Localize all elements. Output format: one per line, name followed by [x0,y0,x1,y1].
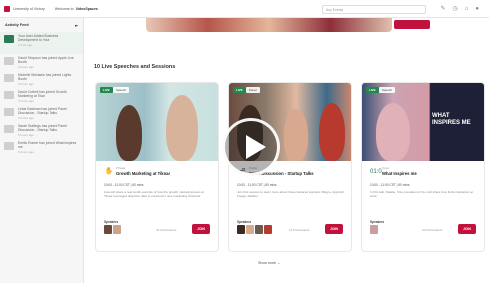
feed-thumbnail-icon [4,74,14,82]
clock-icon[interactable]: ◷ [453,5,458,13]
feed-item[interactable]: Emilio Romer has joined What inspires me… [0,139,83,156]
speaker-image [284,109,308,161]
feed-item[interactable]: Michelle Michaels has joined Lights Boot… [0,71,83,88]
app-window: University of Victory Welcome to VideoSp… [0,0,489,283]
session-time: 10:00 - 11:00 CST | 60 mins [237,183,277,187]
feed-item-text: Sarah Stallings has joined Panel Discuss… [18,124,67,133]
speaker-avatars [104,225,121,234]
session-type-badge: Speech [113,87,130,93]
speakers-label: Speakers [104,220,119,224]
feed-item-time: 3 hours ago [18,98,34,103]
feed-thumbnail-icon [4,57,14,65]
feed-item-time: 6 hours ago [18,149,34,154]
featured-banner-image[interactable] [146,18,392,32]
live-badge: LIVE [366,87,379,93]
top-icon-group: ✎ ◷ ⌂ ● [440,5,479,13]
feed-item-time: 1 hour ago [18,42,33,47]
speaker-avatars [370,225,378,234]
feed-thumbnail-icon [4,125,14,133]
speech-icon: 01:0 [370,169,382,175]
session-title[interactable]: Growth Marketing at Tiknar [116,171,216,176]
session-thumbnail[interactable]: WHAT INSPIRES ME [362,83,484,161]
feed-thumbnail-icon [4,35,14,43]
live-badge: LIVE [233,87,246,93]
event-name: VideoSpaces [75,6,98,11]
feed-thumbnail-icon [4,142,14,150]
participant-count: 14 Participants [289,228,310,232]
speaker-image [376,103,410,161]
bell-icon[interactable]: ⌂ [465,5,469,13]
feed-item-text: David Cottrell has joined Growth Marketi… [18,90,67,99]
org-name: University of Victory [13,6,45,11]
participant-count: 22 Participants [422,228,443,232]
activity-feed-sidebar: Activity Feed ⇤ Your User Added Business… [0,18,84,283]
show-more-link[interactable]: Show more ⌄ [258,261,280,265]
speakers-label: Speakers [370,220,385,224]
join-button[interactable]: JOIN [458,224,476,234]
speaker-avatars [237,225,272,234]
session-description: Lisa will share a real world example of … [104,190,204,198]
avatar[interactable] [104,225,112,234]
feed-item-text: Emilio Romer has joined What inspires me [18,141,77,150]
feed-item-text: Michelle Michaels has joined Lights Boot… [18,73,72,82]
section-title: 10 Live Speeches and Sessions [94,64,176,70]
live-badge: LIVE [100,87,113,93]
avatar[interactable] [237,225,245,234]
speaker-image [166,95,198,161]
avatar[interactable] [246,225,254,234]
speaker-image [319,103,345,161]
join-button[interactable]: JOIN [192,224,210,234]
participant-count: 34 Participants [156,228,177,232]
feed-item[interactable]: David Simpson has joined Apple Live Boot… [0,54,83,71]
session-type-badge: Panel [246,87,260,93]
feed-item-text: David Simpson has joined Apple Live Boot… [18,56,74,65]
chat-icon[interactable]: ✎ [440,5,445,13]
avatar[interactable] [255,225,263,234]
session-type-badge: Speech [379,87,396,93]
feed-item[interactable]: David Cottrell has joined Growth Marketi… [0,88,83,105]
chevron-down-icon: ⌄ [277,261,281,265]
logo-icon [4,5,10,12]
session-title[interactable]: What Inspires me [382,171,482,176]
feed-thumbnail-icon [4,108,14,116]
avatar[interactable] [370,225,378,234]
feed-item-time: 3 hours ago [18,81,34,86]
feed-thumbnail-icon [4,91,14,99]
feed-item[interactable]: Sarah Stallings has joined Panel Discuss… [0,122,83,139]
feed-item-time: 5 hours ago [18,132,34,137]
feed-item-time: 4 hours ago [18,115,34,120]
feed-item-time: 2 hours ago [18,64,34,69]
speaker-image [116,105,142,161]
show-more-label: Show more [258,261,277,265]
activity-feed-title: Activity Feed [5,23,29,27]
session-visibility: Open [382,166,390,170]
session-card[interactable]: LIVE Speech ✋ Private Growth Marketing a… [95,82,219,252]
session-description: Join this session to learn more about th… [237,190,345,198]
banner-join-button[interactable] [394,20,430,29]
search-input[interactable]: Any Events [322,5,426,14]
collapse-icon[interactable]: ⇤ [75,23,78,28]
activity-feed-header: Activity Feed ⇤ [0,18,83,32]
session-description: In this talk, Natalie, Vice-president of… [370,190,473,198]
session-visibility: Private [116,166,126,170]
speech-icon: ✋ [104,168,114,175]
avatar[interactable] [264,225,272,234]
session-thumbnail[interactable] [96,83,218,161]
avatar-icon[interactable]: ● [475,5,479,13]
feed-item[interactable]: Your User Added Business Development to … [0,32,83,54]
play-button-icon[interactable] [222,118,280,176]
feed-item[interactable]: Linda Eastman has joined Panel Discussio… [0,105,83,122]
session-time: 10:00 - 11:00 CST | 60 mins [370,183,410,187]
event-prefix: Welcome to [54,6,74,11]
join-button[interactable]: JOIN [325,224,343,234]
speakers-label: Speakers [237,220,252,224]
session-overlay-text: WHAT INSPIRES ME [432,113,471,126]
session-card[interactable]: WHAT INSPIRES ME LIVE Speech 01:0 Open W… [361,82,485,252]
avatar[interactable] [113,225,121,234]
feed-item-text: Your User Added Business Development to … [18,34,59,43]
feed-item-text: Linda Eastman has joined Panel Discussio… [18,107,67,116]
session-time: 10:00 - 11:00 CST | 60 mins [104,183,144,187]
top-bar: University of Victory Welcome to VideoSp… [0,0,489,18]
